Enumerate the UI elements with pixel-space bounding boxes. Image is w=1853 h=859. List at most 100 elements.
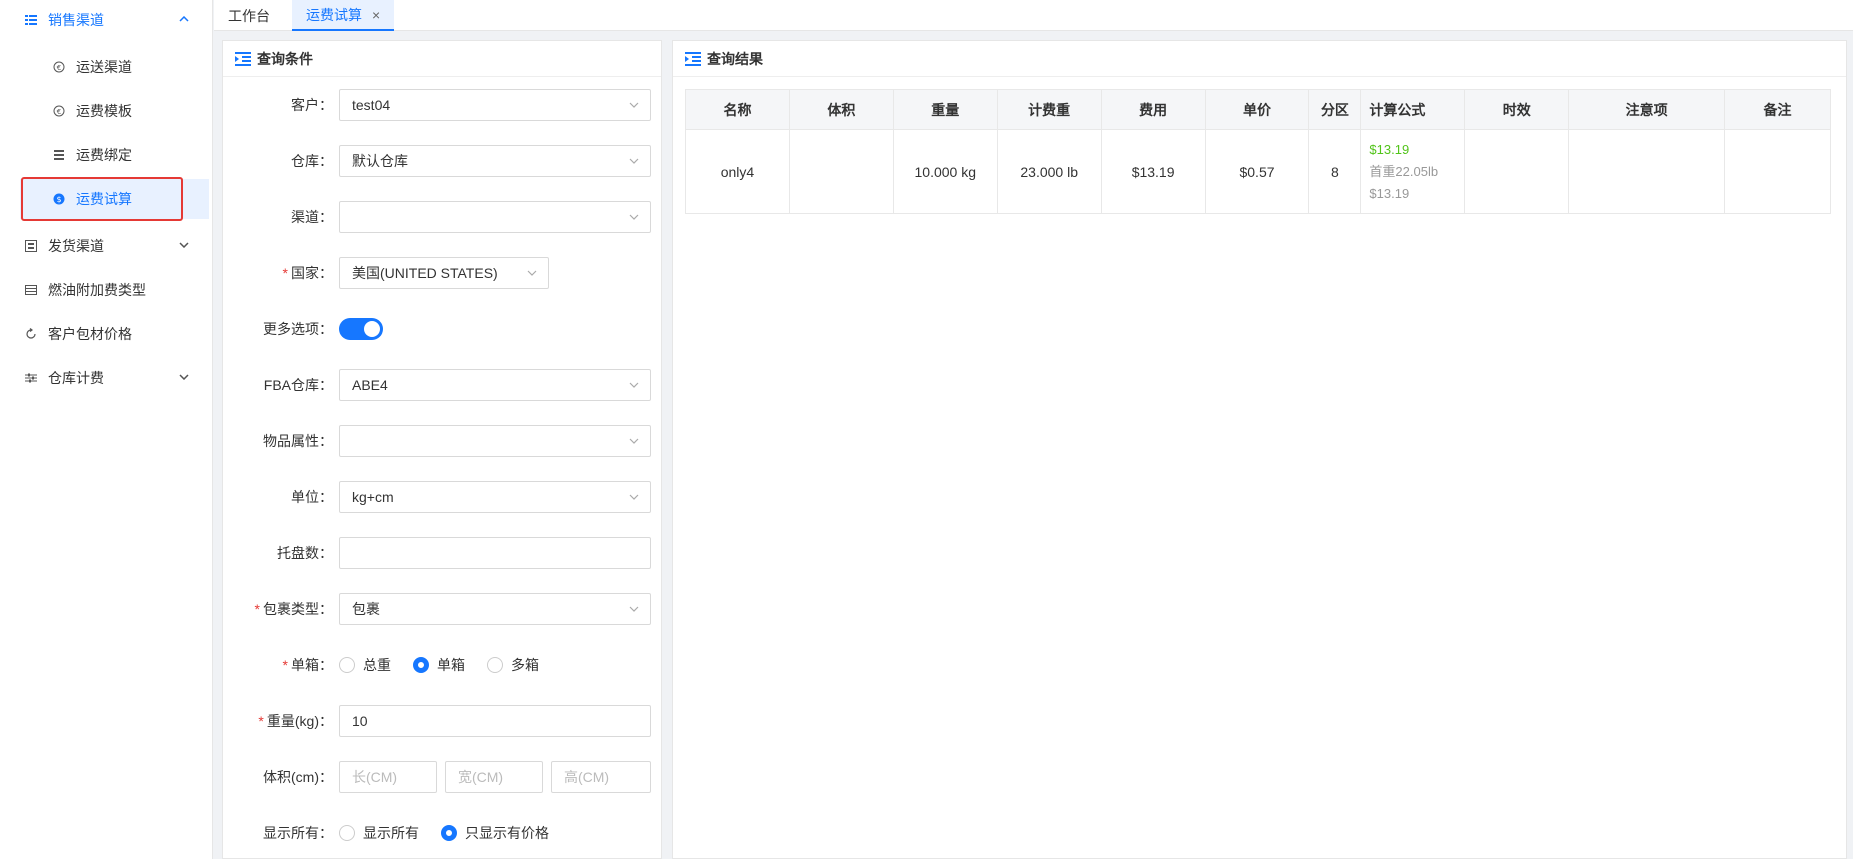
chevron-down-icon — [177, 238, 191, 252]
radio-circle — [441, 825, 457, 841]
fba-warehouse-select[interactable]: ABE4 — [339, 369, 651, 401]
radio-circle — [487, 657, 503, 673]
warehouse-label: 仓库： — [291, 153, 333, 169]
refresh-icon — [24, 327, 38, 341]
chevron-down-icon — [628, 211, 640, 223]
package-type-select[interactable]: 包裹 — [339, 593, 651, 625]
menu-customer-packaging-price[interactable]: 客户包材价格 — [0, 314, 213, 354]
country-select[interactable]: 美国(UNITED STATES) — [339, 257, 549, 289]
cell-unit-price: $0.57 — [1204, 129, 1310, 214]
indent-icon — [685, 51, 701, 66]
form-row-customer: 客户： test04 — [223, 89, 663, 121]
form-row-warehouse: 仓库： 默认仓库 — [223, 145, 663, 177]
radio-single-box[interactable]: 单箱 — [413, 655, 465, 675]
menu-warehouse-billing[interactable]: 仓库计费 — [0, 358, 213, 398]
country-value: 美国(UNITED STATES) — [352, 265, 498, 281]
formula-total: $13.19 — [1369, 141, 1410, 157]
radio-label: 总重 — [363, 657, 391, 673]
length-input[interactable]: 长(CM) — [339, 761, 437, 793]
col-weight: 重量 — [892, 89, 998, 130]
menu-fuel-surcharge[interactable]: 燃油附加费类型 — [0, 270, 213, 310]
radio-multi-box[interactable]: 多箱 — [487, 655, 539, 675]
menu-delivery-channel[interactable]: 发货渠道 — [0, 226, 213, 266]
sidebar-item-freight-binding[interactable]: 运费绑定 — [20, 135, 209, 175]
tab-freight-estimate[interactable]: 运费试算 × — [292, 0, 395, 31]
form-row-box-mode: * 单箱： 总重 单箱 多箱 — [223, 649, 663, 681]
col-fee: 费用 — [1100, 89, 1206, 130]
weight-value: 10 — [352, 713, 368, 729]
sub-item-label: 运费绑定 — [76, 147, 132, 163]
channel-select[interactable] — [339, 201, 651, 233]
item-attr-select[interactable] — [339, 425, 651, 457]
warehouse-value: 默认仓库 — [352, 153, 408, 169]
panel-title: 查询结果 — [707, 50, 763, 67]
list-icon — [24, 13, 38, 27]
more-options-toggle[interactable] — [339, 318, 383, 340]
svg-text:€: € — [57, 64, 61, 72]
col-notes: 注意项 — [1568, 89, 1726, 130]
tab-workbench[interactable]: 工作台 — [214, 0, 284, 31]
dollar-circle-icon: $ — [52, 192, 66, 206]
formula-amount: $13.19 — [1369, 185, 1410, 201]
height-input[interactable]: 高(CM) — [551, 761, 651, 793]
sub-item-label: 运费试算 — [76, 191, 132, 207]
cell-formula: $13.19 首重22.05lb $13.19 — [1360, 129, 1466, 214]
pallets-input[interactable] — [339, 537, 651, 569]
panel-title: 查询条件 — [257, 50, 313, 67]
menu-sales-channel[interactable]: 销售渠道 — [0, 0, 213, 40]
unit-select[interactable]: kg+cm — [339, 481, 651, 513]
chevron-down-icon — [526, 267, 538, 279]
box-mode-radio-group: 总重 单箱 多箱 — [339, 655, 561, 675]
cell-remark — [1724, 129, 1831, 214]
col-unit-price: 单价 — [1204, 89, 1310, 130]
box-mode-label: * 单箱： — [282, 657, 333, 673]
form-row-unit: 单位： kg+cm — [223, 481, 663, 513]
sidebar-item-shipping-channel[interactable]: € 运送渠道 — [20, 47, 209, 87]
more-options-label: 更多选项： — [263, 321, 333, 337]
e-circle-icon: € — [52, 104, 66, 118]
weight-label: * 重量(kg)： — [258, 713, 333, 729]
col-formula: 计算公式 — [1360, 89, 1466, 130]
show-all-radio-group: 显示所有 只显示有价格 — [339, 823, 571, 843]
menu-label: 客户包材价格 — [48, 326, 132, 342]
weight-input[interactable]: 10 — [339, 705, 651, 737]
menu-label: 燃油附加费类型 — [48, 282, 146, 298]
radio-label: 单箱 — [437, 657, 465, 673]
table-header-row: 名称 体积 重量 计费重 费用 单价 分区 计算公式 时效 注意项 备注 — [685, 89, 1831, 130]
close-icon[interactable]: × — [372, 7, 380, 23]
package-type-value: 包裹 — [352, 601, 380, 617]
menu-label: 发货渠道 — [48, 238, 104, 254]
country-label: * 国家： — [282, 265, 333, 281]
radio-total-weight[interactable]: 总重 — [339, 655, 391, 675]
sidebar: 销售渠道 € 运送渠道 € 运费模板 运费绑定 $ 运费试算 发货渠道 燃油附加… — [0, 0, 213, 859]
form-row-package-type: * 包裹类型： 包裹 — [223, 593, 663, 625]
height-placeholder: 高(CM) — [564, 769, 610, 785]
table-row: only4 10.000 kg 23.000 lb $13.19 $0.57 8… — [685, 129, 1831, 214]
unit-value: kg+cm — [352, 489, 394, 505]
col-name: 名称 — [685, 89, 790, 130]
col-volume: 体积 — [788, 89, 894, 130]
col-timeliness: 时效 — [1464, 89, 1570, 130]
warehouse-select[interactable]: 默认仓库 — [339, 145, 651, 177]
customer-select[interactable]: test04 — [339, 89, 651, 121]
sliders-icon — [24, 371, 38, 385]
indent-icon — [235, 51, 251, 66]
radio-label: 多箱 — [511, 657, 539, 673]
col-charge-weight: 计费重 — [996, 89, 1102, 130]
doc-icon — [52, 148, 66, 162]
menu-label: 仓库计费 — [48, 370, 104, 386]
fba-warehouse-value: ABE4 — [352, 377, 388, 393]
sidebar-item-freight-template[interactable]: € 运费模板 — [20, 91, 209, 131]
cell-fee: $13.19 — [1100, 129, 1206, 214]
svg-text:€: € — [57, 108, 61, 116]
chevron-down-icon — [628, 379, 640, 391]
length-placeholder: 长(CM) — [352, 769, 398, 785]
form-row-volume: 体积(cm)： 长(CM) 宽(CM) 高(CM) — [223, 761, 663, 793]
radio-only-priced[interactable]: 只显示有价格 — [441, 823, 549, 843]
radio-circle — [413, 657, 429, 673]
radio-circle — [339, 657, 355, 673]
sidebar-item-freight-estimate[interactable]: $ 运费试算 — [20, 179, 209, 219]
width-input[interactable]: 宽(CM) — [445, 761, 543, 793]
radio-show-all[interactable]: 显示所有 — [339, 823, 419, 843]
fba-warehouse-label: FBA仓库： — [263, 377, 333, 393]
